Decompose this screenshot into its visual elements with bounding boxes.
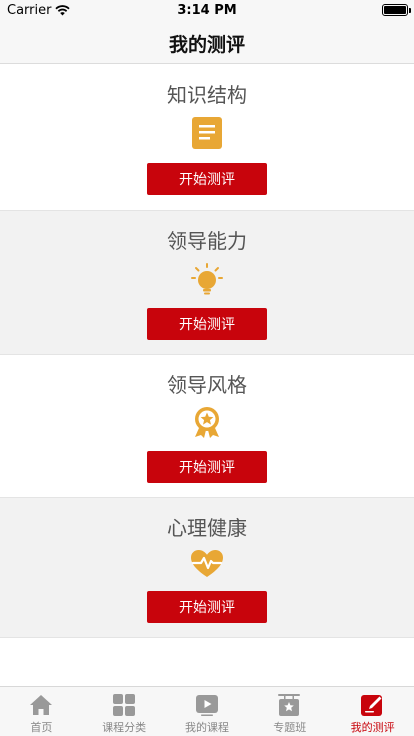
tab-label: 我的课程 [184, 721, 229, 734]
assessment-leadership-ability: 领导能力 开始测评 [0, 211, 414, 355]
assessment-knowledge-structure: 知识结构 开始测评 [0, 65, 414, 211]
tab-course-categories[interactable]: 课程分类 [83, 687, 166, 736]
start-assessment-button[interactable]: 开始测评 [147, 451, 267, 483]
page-title: 我的测评 [168, 34, 245, 56]
start-assessment-button[interactable]: 开始测评 [147, 308, 267, 340]
tab-my-assessment[interactable]: 我的测评 [331, 687, 414, 736]
tab-label: 专题班 [273, 721, 307, 734]
assessment-title: 领导风格 [167, 373, 247, 397]
assessment-mental-health: 心理健康 开始测评 [0, 498, 414, 638]
star-board-icon [278, 694, 301, 716]
tab-home[interactable]: 首页 [0, 687, 83, 736]
tab-bar: 首页 课程分类 我的课程 专题班 我的测评 [0, 686, 414, 736]
tab-special-class[interactable]: 专题班 [248, 687, 331, 736]
tab-my-courses[interactable]: 我的课程 [166, 687, 249, 736]
assessment-title: 心理健康 [167, 516, 247, 540]
start-assessment-button[interactable]: 开始测评 [147, 163, 267, 195]
start-assessment-button[interactable]: 开始测评 [147, 591, 267, 623]
document-icon [192, 117, 222, 149]
tab-label: 课程分类 [102, 721, 147, 734]
tab-label: 我的测评 [350, 721, 395, 734]
status-time: 3:14 PM [177, 3, 237, 18]
play-icon [195, 695, 218, 716]
heart-pulse-icon [191, 550, 223, 577]
home-icon [30, 695, 52, 715]
grid-icon [112, 694, 135, 716]
lightbulb-icon [191, 263, 223, 295]
status-bar: Carrier 3:14 PM [0, 0, 414, 20]
tab-label: 首页 [30, 721, 53, 734]
assessment-title: 知识结构 [167, 83, 247, 107]
assessment-title: 领导能力 [167, 229, 247, 253]
battery-icon [382, 4, 411, 16]
edit-note-icon [361, 695, 383, 716]
navigation-bar: 我的测评 [0, 20, 414, 64]
assessment-leadership-style: 领导风格 开始测评 [0, 355, 414, 498]
award-badge-icon [195, 407, 219, 438]
